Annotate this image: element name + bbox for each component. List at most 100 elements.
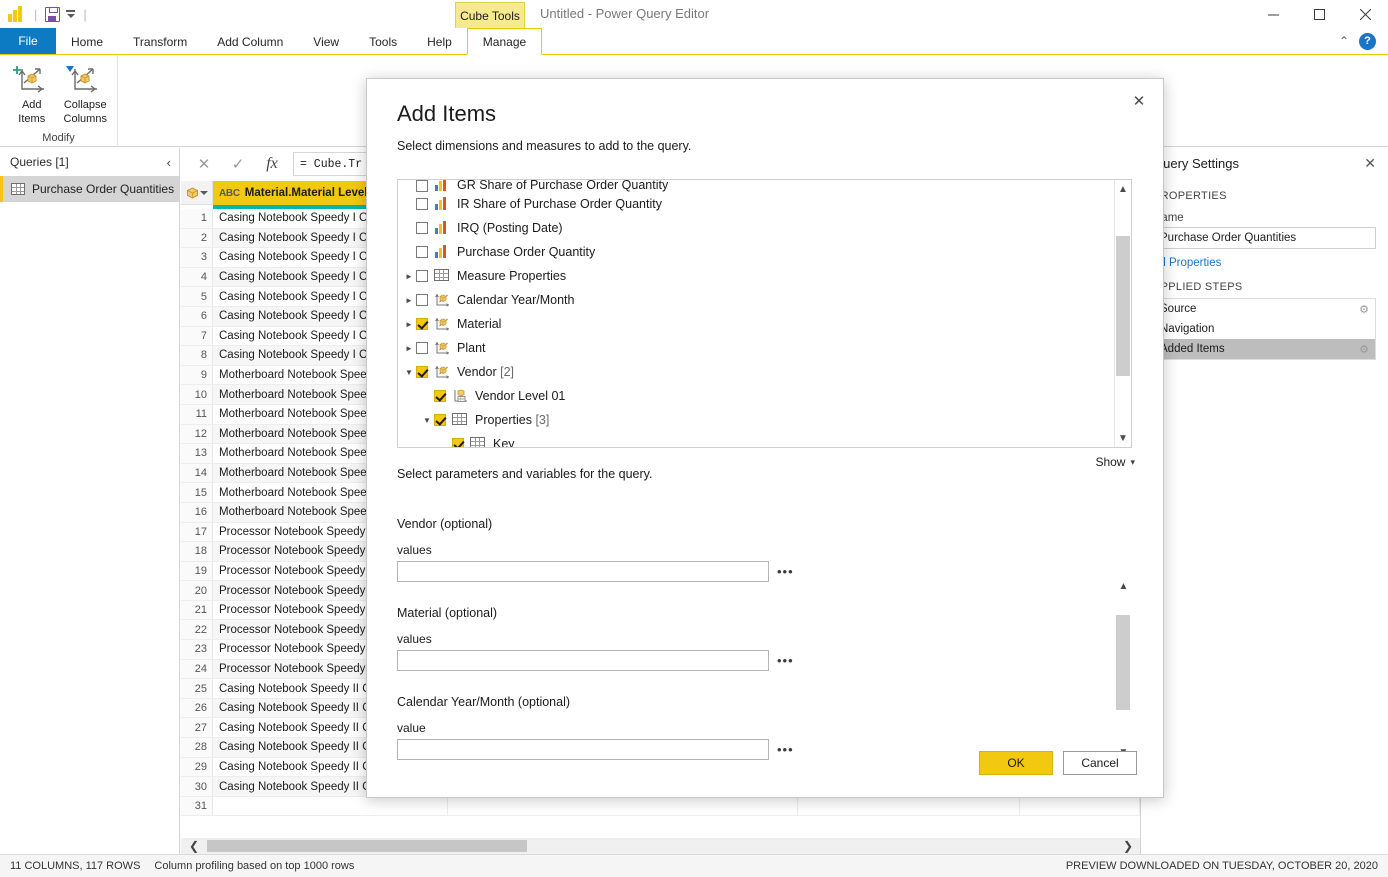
collapse-queries-pane-icon[interactable]: ‹ (167, 155, 171, 170)
dialog-close-icon[interactable]: ✕ (1125, 89, 1153, 113)
add-items-button[interactable]: Add Items (6, 61, 58, 125)
applied-step-source[interactable]: Source ⚙ (1154, 299, 1375, 319)
tree-item-checkbox[interactable] (416, 294, 428, 306)
formula-cancel-icon[interactable]: ✕ (187, 152, 221, 176)
close-icon[interactable] (1342, 0, 1388, 28)
tab-tools[interactable]: Tools (354, 28, 412, 55)
help-icon[interactable]: ? (1359, 33, 1376, 50)
parameter-browse-button[interactable]: ••• (777, 742, 794, 757)
tree-item-label: Measure Properties (457, 269, 566, 283)
parameters-panel: Vendor (optional)values•••Material (opti… (397, 491, 1132, 769)
row-number: 9 (181, 366, 213, 385)
parameters-vertical-scrollbar[interactable]: ▲ ▼ (1115, 491, 1132, 769)
parameter-input[interactable] (397, 650, 769, 671)
items-tree[interactable]: GR Share of Purchase Order QuantityIR Sh… (397, 179, 1132, 448)
tree-item-checkbox[interactable] (416, 222, 428, 234)
tree-item-checkbox[interactable] (416, 318, 428, 330)
tree-item-checkbox[interactable] (416, 366, 428, 378)
tree-item[interactable]: ►Material (398, 312, 1131, 336)
fx-icon[interactable]: fx (255, 152, 289, 176)
tree-item[interactable]: Key (398, 432, 1131, 448)
tree-item[interactable]: ▼Vendor [2] (398, 360, 1131, 384)
tree-item-checkbox[interactable] (416, 180, 428, 192)
chevron-collapsed-icon[interactable]: ► (402, 320, 416, 329)
tree-item[interactable]: Purchase Order Quantity (398, 240, 1131, 264)
chevron-expanded-icon[interactable]: ▼ (402, 368, 416, 377)
tree-item-checkbox[interactable] (416, 246, 428, 258)
tree-item-checkbox[interactable] (434, 390, 446, 402)
customize-quick-access-toolbar-icon[interactable] (66, 10, 75, 18)
contextual-tab-cube-tools[interactable]: Cube Tools (455, 2, 525, 28)
tree-item[interactable]: ►Plant (398, 336, 1131, 360)
tree-item-checkbox[interactable] (416, 342, 428, 354)
chevron-collapsed-icon[interactable]: ► (402, 296, 416, 305)
tab-transform[interactable]: Transform (118, 28, 202, 55)
chevron-collapsed-icon[interactable]: ► (402, 272, 416, 281)
maximize-icon[interactable] (1296, 0, 1342, 28)
scroll-up-icon[interactable]: ▲ (1115, 577, 1132, 595)
chevron-down-icon[interactable] (200, 191, 208, 195)
tree-item[interactable]: IRQ (Posting Date) (398, 216, 1131, 240)
cancel-button[interactable]: Cancel (1063, 751, 1137, 775)
formula-accept-icon[interactable]: ✓ (221, 152, 255, 176)
tree-item[interactable]: ► Measure Properties (398, 264, 1131, 288)
tab-view[interactable]: View (298, 28, 354, 55)
tree-item[interactable]: IR Share of Purchase Order Quantity (398, 192, 1131, 216)
parameter-browse-button[interactable]: ••• (777, 564, 794, 579)
tree-item-checkbox[interactable] (452, 438, 464, 448)
table-cell[interactable] (448, 797, 798, 816)
applied-step-added-items[interactable]: Added Items ⚙ (1154, 339, 1375, 359)
parameter-browse-button[interactable]: ••• (777, 653, 794, 668)
scrollbar-thumb[interactable] (1116, 236, 1130, 376)
parameter-input[interactable] (397, 561, 769, 582)
tree-item-checkbox[interactable] (434, 414, 446, 426)
applied-step-navigation[interactable]: Navigation (1154, 319, 1375, 339)
quick-access-toolbar: | | (0, 0, 89, 28)
scroll-up-icon[interactable]: ▲ (1115, 180, 1131, 198)
tree-item[interactable]: ►Calendar Year/Month (398, 288, 1131, 312)
close-icon[interactable]: ✕ (1364, 155, 1376, 172)
tree-item-checkbox[interactable] (416, 198, 428, 210)
grid-horizontal-scrollbar[interactable]: ❮ ❯ (181, 838, 1141, 854)
scrollbar-thumb[interactable] (1116, 615, 1130, 710)
measure-icon (434, 245, 450, 259)
scroll-left-icon[interactable]: ❮ (181, 839, 207, 853)
tree-item[interactable]: ▼Properties [3] (398, 408, 1131, 432)
collapse-columns-label-line1: Collapse (64, 99, 107, 111)
table-row[interactable]: 31 (181, 797, 1141, 817)
dimension-icon (434, 341, 450, 355)
query-list-item-purchase-order-quantities[interactable]: Purchase Order Quantities (0, 176, 179, 202)
dimension-icon (434, 293, 450, 307)
tab-home[interactable]: Home (56, 28, 118, 55)
tab-manage[interactable]: Manage (467, 28, 542, 55)
query-list-item-label: Purchase Order Quantities (32, 182, 174, 196)
gear-icon[interactable]: ⚙ (1359, 303, 1369, 316)
table-cell[interactable] (798, 797, 1020, 816)
save-icon[interactable] (45, 7, 60, 22)
query-name-input[interactable]: Purchase Order Quantities (1153, 227, 1376, 249)
scrollbar-thumb[interactable] (207, 840, 527, 852)
gear-icon[interactable]: ⚙ (1359, 343, 1369, 356)
tree-item[interactable]: GR Share of Purchase Order Quantity (398, 180, 1131, 192)
collapse-columns-button[interactable]: Collapse Columns (60, 61, 112, 125)
parameter-input[interactable] (397, 739, 769, 760)
table-cell[interactable] (1020, 797, 1140, 816)
tree-vertical-scrollbar[interactable]: ▲ ▼ (1114, 180, 1131, 447)
table-cell[interactable] (213, 797, 448, 816)
all-properties-link[interactable]: All Properties (1153, 257, 1376, 269)
chevron-expanded-icon[interactable]: ▼ (420, 416, 434, 425)
tab-file[interactable]: File (0, 28, 56, 54)
chevron-collapsed-icon[interactable]: ► (402, 344, 416, 353)
tab-help[interactable]: Help (412, 28, 467, 55)
tab-add-column[interactable]: Add Column (202, 28, 298, 55)
scroll-down-icon[interactable]: ▼ (1115, 429, 1131, 447)
tree-item[interactable]: Vendor Level 01 (398, 384, 1131, 408)
show-dropdown[interactable]: Show ▾ (1095, 455, 1135, 469)
scroll-right-icon[interactable]: ❯ (1115, 839, 1141, 853)
collapse-ribbon-icon[interactable]: ⌃ (1339, 34, 1349, 48)
minimize-icon[interactable] (1250, 0, 1296, 28)
grid-corner-cube-selector[interactable] (181, 181, 213, 205)
table-icon (470, 437, 485, 448)
ok-button[interactable]: OK (979, 751, 1053, 775)
tree-item-checkbox[interactable] (416, 270, 428, 282)
